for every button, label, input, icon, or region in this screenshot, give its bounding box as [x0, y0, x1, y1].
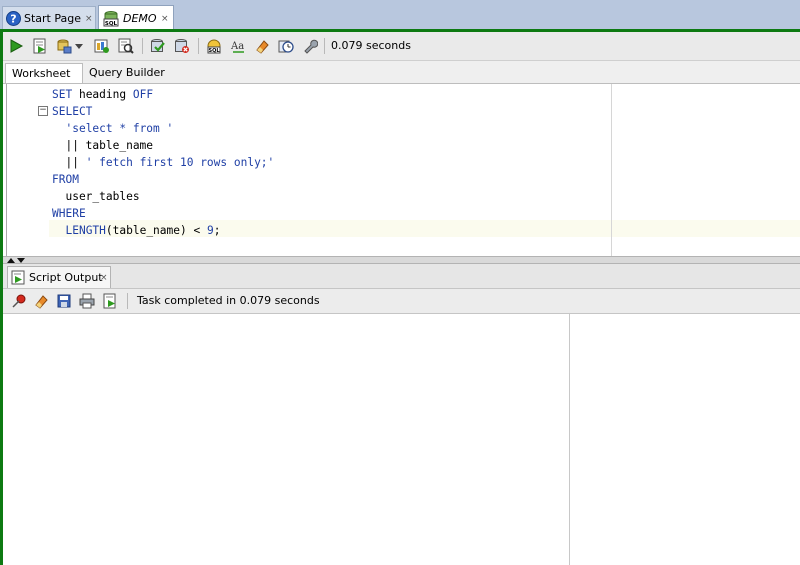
tab-script-output-label: Script Output — [29, 271, 103, 284]
sql-tuning-icon[interactable]: SQL — [204, 36, 224, 56]
sql-text: || — [52, 156, 86, 169]
code-line: SET heading OFF — [52, 86, 153, 103]
rollback-icon[interactable] — [172, 36, 192, 56]
sql-keyword: SELECT — [52, 105, 93, 118]
output-divider — [569, 314, 570, 565]
svg-text:SQL: SQL — [105, 21, 118, 27]
code-line: FROM — [52, 171, 79, 188]
elapsed-time: 0.079 seconds — [331, 39, 411, 52]
code-line: user_tables — [52, 188, 140, 205]
fold-collapse-icon[interactable]: − — [38, 106, 48, 116]
pin-icon[interactable] — [9, 291, 29, 311]
svg-text:Aa: Aa — [230, 41, 244, 52]
panel-splitter[interactable] — [3, 256, 800, 264]
document-tab-bar: ? Start Page × SQL DEMO × — [0, 0, 800, 31]
editor-toolbar: SQL Aa 0.079 seconds — [3, 32, 800, 61]
sql-worksheet-icon: SQL — [102, 10, 120, 28]
wrench-icon[interactable] — [300, 36, 320, 56]
help-icon: ? — [6, 11, 21, 26]
explain-plan-icon[interactable] — [116, 36, 136, 56]
toolbar-separator — [142, 38, 143, 54]
output-toolbar: Task completed in 0.079 seconds — [3, 289, 800, 314]
clear-eraser-icon[interactable] — [31, 291, 51, 311]
save-icon[interactable] — [54, 291, 74, 311]
run-script-icon[interactable] — [30, 36, 50, 56]
history-clock-icon[interactable] — [276, 36, 296, 56]
close-tab-demo-icon[interactable]: × — [161, 14, 169, 24]
toolbar-separator — [127, 293, 128, 309]
change-case-icon[interactable]: Aa — [228, 36, 248, 56]
sql-number: 9 — [206, 224, 214, 237]
code-line: || table_name — [52, 137, 153, 154]
tab-demo[interactable]: SQL DEMO × — [98, 5, 174, 31]
minimize-down-arrow-icon[interactable] — [17, 258, 25, 263]
svg-text:?: ? — [10, 13, 16, 26]
run-statement-icon[interactable] — [6, 36, 26, 56]
close-tab-start-page-icon[interactable]: × — [85, 14, 93, 24]
toolbar-separator — [324, 38, 325, 54]
clear-eraser-icon[interactable] — [252, 36, 272, 56]
sql-keyword: WHERE — [52, 207, 86, 220]
task-status: Task completed in 0.079 seconds — [137, 294, 320, 307]
sql-text: heading — [72, 88, 133, 101]
sql-string: ' fetch first 10 rows only;' — [85, 156, 275, 169]
tab-start-page-label: Start Page — [24, 12, 81, 25]
commit-icon[interactable] — [54, 36, 74, 56]
sql-string: 'select * from ' — [65, 122, 174, 135]
sql-editor[interactable]: − SET heading OFF SELECT 'select * from '… — [6, 84, 800, 256]
sql-text: ; — [213, 224, 221, 237]
code-line: 'select * from ' — [52, 120, 173, 137]
tab-start-page[interactable]: ? Start Page × — [2, 6, 96, 30]
svg-text:SQL: SQL — [208, 48, 220, 54]
output-tab-bar: Script Output × — [3, 264, 800, 289]
sql-keyword: SET — [52, 88, 73, 101]
right-margin-line — [611, 84, 612, 256]
autotrace-icon[interactable] — [92, 36, 112, 56]
code-line: WHERE — [52, 205, 86, 222]
run-script-icon[interactable] — [100, 291, 120, 311]
tab-script-output[interactable]: Script Output × — [7, 266, 111, 288]
close-script-output-icon[interactable]: × — [100, 273, 108, 283]
worksheet-tab-bar: Worksheet Query Builder — [3, 61, 800, 84]
sql-text: user_tables — [52, 190, 140, 203]
dropdown-arrow-icon[interactable] — [73, 36, 85, 56]
script-output-area[interactable] — [6, 314, 800, 565]
code-line: LENGTH(table_name) < 9; — [52, 222, 220, 239]
code-line: SELECT — [52, 103, 92, 120]
commit-check-icon[interactable] — [148, 36, 168, 56]
sql-keyword: FROM — [52, 173, 79, 186]
sql-keyword: LENGTH — [65, 224, 106, 237]
print-icon[interactable] — [77, 291, 97, 311]
tab-query-builder[interactable]: Query Builder — [83, 63, 173, 83]
sql-keyword: OFF — [132, 88, 154, 101]
maximize-up-arrow-icon[interactable] — [7, 258, 15, 263]
sql-text: (table_name) < — [105, 224, 207, 237]
toolbar-separator — [198, 38, 199, 54]
code-line: || ' fetch first 10 rows only;' — [52, 154, 274, 171]
script-output-icon — [11, 270, 26, 285]
tab-worksheet[interactable]: Worksheet — [5, 63, 83, 83]
tab-demo-label: DEMO — [123, 12, 157, 25]
sql-text: || table_name — [52, 139, 154, 152]
